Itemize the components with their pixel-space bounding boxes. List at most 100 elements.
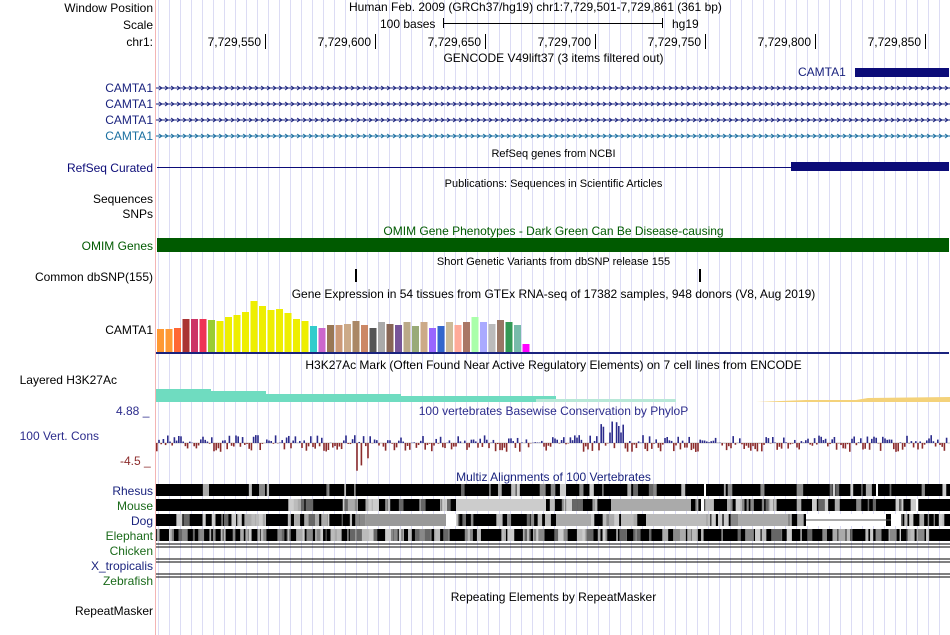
cons-positive-bar (712, 440, 715, 443)
cons-positive-bar (648, 436, 651, 443)
cons-positive-bar (398, 440, 400, 443)
multiz-block (576, 529, 583, 541)
species-label-dog[interactable]: Dog (131, 514, 153, 528)
gencode-transcript-label-1[interactable]: CAMTA1 (105, 81, 153, 95)
publications-label[interactable]: Sequences (93, 192, 153, 206)
refseq-title[interactable]: RefSeq genes from NCBI (157, 148, 950, 160)
cons-negative-bar (455, 443, 457, 447)
gencode-feature-label[interactable]: CAMTA1 (798, 65, 846, 79)
multiz-alignment-blocks[interactable] (156, 483, 950, 585)
cons-positive-bar (853, 436, 855, 443)
gtex-tissue-bar (497, 320, 504, 352)
cons-positive-bar (576, 437, 578, 443)
species-label-elephant[interactable]: Elephant (106, 529, 153, 543)
species-label-rhesus[interactable]: Rhesus (112, 484, 153, 498)
position-tick-label: 7,729,650 (427, 35, 481, 49)
cons-negative-bar (651, 443, 653, 449)
gtex-tissue-bar (259, 306, 266, 352)
h3k27ac-signal[interactable] (156, 383, 950, 402)
multiz-block (865, 484, 872, 496)
cons-positive-bar (534, 442, 536, 443)
cons-positive-bar (158, 439, 160, 443)
multiz-title[interactable]: Multiz Alignments of 100 Vertebrates (157, 470, 950, 484)
refseq-intron[interactable] (157, 167, 791, 168)
multiz-block (681, 484, 686, 496)
cons-negative-bar (679, 443, 682, 450)
multiz-block (409, 529, 412, 541)
cons-positive-bar (926, 440, 928, 443)
cons-negative-bar (827, 443, 829, 447)
multiz-block (776, 529, 782, 541)
cons-positive-bar (389, 440, 391, 443)
omim-bar[interactable] (157, 238, 949, 252)
repeatmasker-title[interactable]: Repeating Elements by RepeatMasker (157, 590, 950, 604)
species-label-x-tropicalis[interactable]: X_tropicalis (91, 559, 153, 573)
gencode-transcripts[interactable] (156, 80, 950, 144)
cons-label[interactable]: 100 Vert. Cons (20, 429, 99, 443)
gtex-label[interactable]: CAMTA1 (105, 323, 153, 337)
multiz-block (354, 484, 356, 496)
snps-label[interactable]: SNPs (122, 207, 153, 221)
cons-negative-bar (644, 443, 646, 449)
gtex-gene-bar[interactable] (156, 352, 949, 354)
gtex-bar-chart[interactable] (156, 298, 950, 355)
omim-title[interactable]: OMIM Gene Phenotypes - Dark Green Can Be… (157, 224, 950, 238)
dbsnp-title[interactable]: Short Genetic Variants from dbSNP releas… (157, 256, 950, 268)
cons-positive-bar (637, 441, 640, 443)
multiz-block (687, 529, 692, 541)
cons-negative-bar (901, 443, 904, 450)
refseq-exon[interactable] (791, 162, 949, 171)
gtex-tissue-bar (480, 322, 487, 352)
gencode-transcript-label-3[interactable]: CAMTA1 (105, 113, 153, 127)
cons-negative-bar (591, 443, 594, 451)
gencode-exon[interactable] (855, 68, 949, 77)
multiz-block (373, 529, 378, 541)
cons-positive-bar (204, 439, 206, 443)
h3k27ac-title[interactable]: H3K27Ac Mark (Often Found Near Active Re… (157, 358, 950, 372)
multiz-block (904, 514, 908, 526)
multiz-block (277, 529, 282, 541)
multiz-block (349, 529, 356, 541)
multiz-block (347, 499, 354, 511)
multiz-block (572, 499, 578, 511)
gtex-tissue-bar (182, 319, 190, 352)
cons-positive-bar (906, 435, 908, 443)
gencode-title[interactable]: GENCODE V49lift37 (3 items filtered out) (157, 51, 950, 65)
cons-positive-bar (866, 436, 869, 443)
multiz-block (336, 529, 342, 541)
cons-negative-bar (347, 443, 349, 444)
gencode-transcript-label-4[interactable]: CAMTA1 (105, 129, 153, 143)
multiz-block (266, 484, 270, 496)
cons-positive-bar (596, 436, 598, 443)
cons-positive-bar (439, 436, 442, 443)
repeatmasker-label[interactable]: RepeatMasker (75, 604, 153, 618)
h3k27ac-label[interactable]: Layered H3K27Ac (20, 373, 117, 387)
multiz-block (909, 514, 914, 526)
species-label-chicken[interactable]: Chicken (110, 544, 153, 558)
multiz-block (385, 499, 391, 511)
cons-positive-bar (710, 441, 712, 443)
cons-positive-bar (886, 439, 888, 443)
dbsnp-label[interactable]: Common dbSNP(155) (35, 270, 153, 284)
multiz-block (511, 484, 516, 496)
multiz-block (727, 499, 731, 511)
cons-positive-bar (794, 439, 796, 443)
multiz-block (616, 529, 618, 541)
refseq-label[interactable]: RefSeq Curated (67, 161, 153, 175)
cons-positive-bar (706, 441, 708, 443)
dbsnp-variant[interactable] (355, 269, 357, 282)
cons-negative-bar (934, 443, 937, 447)
multiz-block (921, 484, 925, 496)
publications-title[interactable]: Publications: Sequences in Scientific Ar… (157, 178, 950, 190)
species-label-mouse[interactable]: Mouse (117, 499, 153, 513)
multiz-block (709, 499, 712, 511)
cons-wiggle[interactable] (156, 410, 950, 472)
gencode-transcript-label-2[interactable]: CAMTA1 (105, 97, 153, 111)
dbsnp-variant[interactable] (699, 269, 701, 282)
cons-negative-bar (404, 443, 407, 451)
cons-negative-bar (186, 443, 189, 449)
omim-label[interactable]: OMIM Genes (82, 239, 153, 253)
cons-negative-bar (195, 443, 198, 449)
gtex-tissue-bar (463, 322, 470, 352)
species-label-zebrafish[interactable]: Zebrafish (103, 574, 153, 588)
